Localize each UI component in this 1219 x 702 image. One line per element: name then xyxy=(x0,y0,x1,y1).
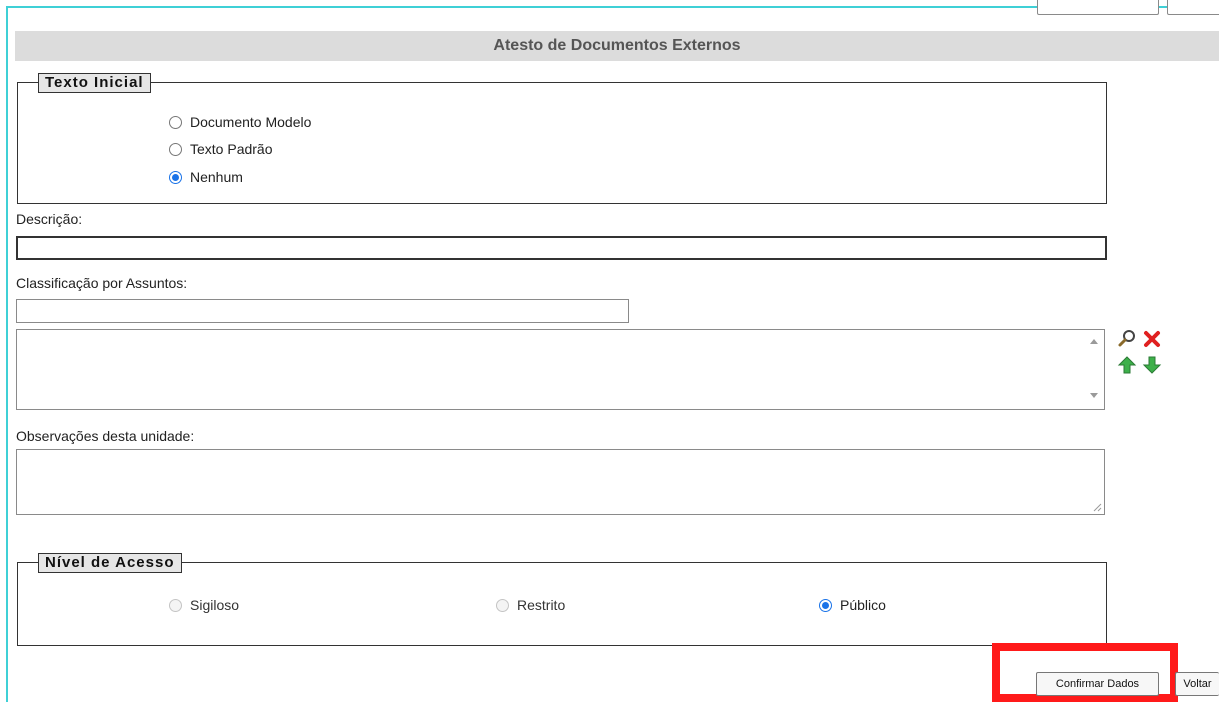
radio-button[interactable] xyxy=(169,142,182,156)
remove-x-icon[interactable] xyxy=(1142,329,1162,349)
voltar-button[interactable]: Voltar xyxy=(1175,672,1219,696)
window-frame-left xyxy=(6,6,8,702)
confirmar-dados-button[interactable]: Confirmar Dados xyxy=(1036,672,1159,696)
radio-label: Restrito xyxy=(517,597,566,613)
texto-inicial-fieldset: Texto Inicial Documento Modelo Texto Pad… xyxy=(17,73,1107,204)
top-toolbar-button[interactable] xyxy=(1037,0,1159,15)
nivel-acesso-legend: Nível de Acesso xyxy=(38,553,182,573)
radio-sigiloso[interactable]: Sigiloso xyxy=(169,597,239,613)
radio-label: Sigiloso xyxy=(190,597,240,613)
observacoes-textarea[interactable] xyxy=(16,449,1105,515)
radio-button-checked[interactable] xyxy=(819,598,832,612)
radio-button[interactable] xyxy=(169,115,182,129)
nivel-acesso-fieldset: Nível de Acesso Sigiloso Restrito Públic… xyxy=(17,553,1107,646)
classificacao-scrollbar[interactable] xyxy=(1086,331,1103,408)
scroll-down-arrow-icon[interactable] xyxy=(1090,393,1098,398)
observacoes-label: Observações desta unidade: xyxy=(16,428,194,444)
radio-button-disabled[interactable] xyxy=(496,598,509,612)
radio-label: Nenhum xyxy=(190,169,243,185)
radio-button-checked[interactable] xyxy=(169,170,182,184)
move-up-arrow-icon[interactable] xyxy=(1117,355,1137,375)
page-title: Atesto de Documentos Externos xyxy=(15,31,1219,61)
magnifier-icon[interactable] xyxy=(1117,328,1137,348)
texto-inicial-legend: Texto Inicial xyxy=(38,73,151,93)
classificacao-list[interactable] xyxy=(16,329,1105,410)
radio-label: Documento Modelo xyxy=(190,114,312,130)
classificacao-label: Classificação por Assuntos: xyxy=(16,275,187,291)
observacoes-label-text: Observações desta unidade: xyxy=(16,428,195,444)
radio-texto-padrao[interactable]: Texto Padrão xyxy=(169,141,273,157)
resize-grip-icon[interactable] xyxy=(1092,502,1102,512)
descricao-input[interactable] xyxy=(16,236,1107,260)
classificacao-search-input[interactable] xyxy=(16,299,629,323)
top-toolbar-button[interactable] xyxy=(1167,0,1219,15)
confirm-label: Confirmar Dados xyxy=(1055,678,1140,690)
radio-button-disabled[interactable] xyxy=(169,598,182,612)
radio-documento-modelo[interactable]: Documento Modelo xyxy=(169,114,311,130)
move-down-arrow-icon[interactable] xyxy=(1142,355,1162,375)
radio-label: Texto Padrão xyxy=(190,141,273,157)
radio-nenhum[interactable]: Nenhum xyxy=(169,169,243,185)
radio-label: Público xyxy=(840,597,886,613)
radio-restrito[interactable]: Restrito xyxy=(496,597,565,613)
descricao-label: Descrição: xyxy=(16,211,83,227)
radio-publico[interactable]: Público xyxy=(819,597,886,613)
voltar-label: Voltar xyxy=(1183,678,1212,690)
scroll-up-arrow-icon[interactable] xyxy=(1090,339,1098,344)
classificacao-label-text: Classificação por Assuntos: xyxy=(16,275,188,291)
